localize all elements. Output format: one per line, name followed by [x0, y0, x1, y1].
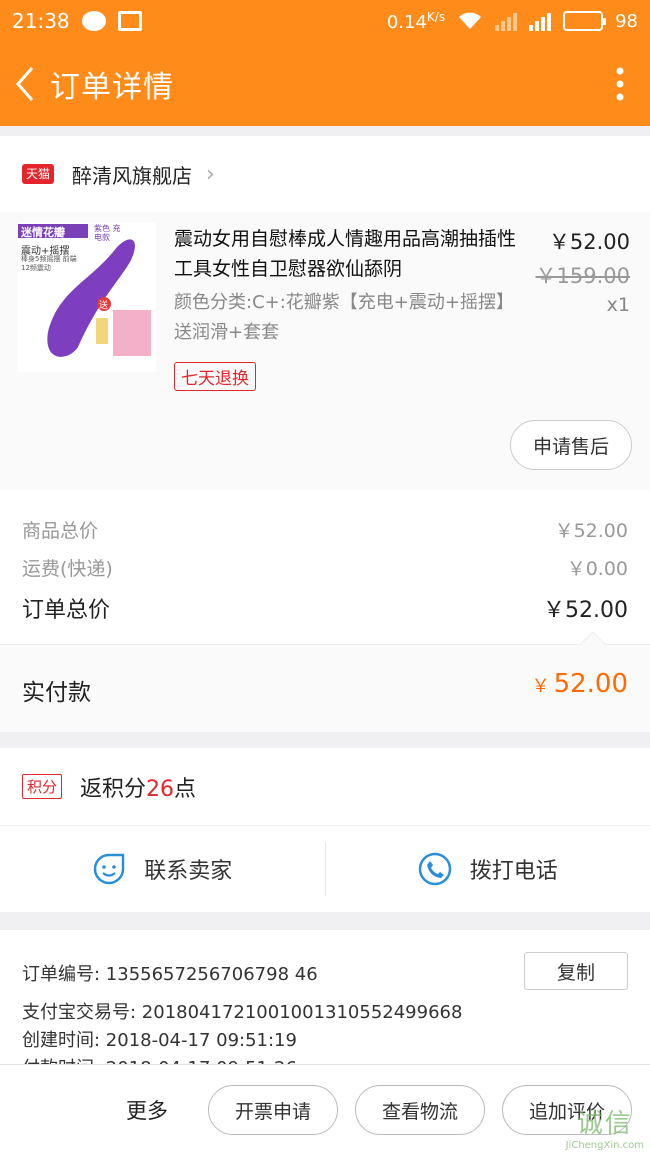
shipping-label: 运费(快递): [22, 558, 113, 580]
order-total-value: ￥52.00: [543, 598, 628, 623]
chevron-left-icon: [16, 67, 34, 101]
points-tag: 积分: [22, 774, 63, 799]
paid-currency: ￥: [531, 676, 550, 697]
created-time: 创建时间: 2018-04-17 09:51:19: [22, 1030, 297, 1051]
signal-1-icon: [495, 11, 518, 31]
battery-icon: [563, 11, 607, 31]
thumb-sub: 棒身5频摇摆 前端12频震动: [21, 255, 77, 272]
network-speed: 0.14K/s: [387, 10, 445, 33]
call-label: 拨打电话: [469, 859, 558, 884]
shipping-value: ￥0.00: [566, 558, 628, 580]
product-price: ￥52.00: [548, 230, 630, 254]
points-text: 返积分26点: [80, 771, 196, 803]
shop-name: 醉清风旗舰店: [72, 163, 193, 188]
product-title[interactable]: 震动女用自慰棒成人情趣用品高潮抽插性工具女性自卫慰器欲仙舔阴: [174, 224, 524, 284]
after-sale-button[interactable]: 申请售后: [509, 420, 632, 470]
contact-seller-button[interactable]: 联系卖家: [0, 826, 325, 912]
status-bar: 21:38 0.14K/s 98: [0, 0, 650, 42]
title-bar: 订单详情: [0, 42, 650, 126]
paid-value: 52.00: [553, 669, 628, 699]
order-total-label: 订单总价: [22, 598, 111, 623]
goods-total-row: 商品总价 ￥52.00: [22, 516, 628, 543]
contact-seller-label: 联系卖家: [144, 859, 233, 884]
overflow-menu-button[interactable]: [590, 42, 650, 126]
watermark-text: 诚信: [576, 1109, 633, 1139]
page-title: 订单详情: [50, 70, 174, 105]
order-info: 订单编号: 1355657256706798 46 复制 支付宝交易号: 201…: [0, 930, 650, 1064]
battery-level: 98: [615, 10, 638, 32]
chat-smile-icon: [94, 853, 125, 885]
price-summary: 商品总价 ￥52.00 运费(快递) ￥0.00 订单总价 ￥52.00: [0, 490, 650, 644]
return-policy-tag: 七天退换: [174, 362, 256, 391]
logistics-button[interactable]: 查看物流: [355, 1085, 485, 1135]
copy-button[interactable]: 复制: [524, 952, 628, 990]
more-button[interactable]: 更多: [126, 1095, 168, 1125]
shipping-row: 运费(快递) ￥0.00: [22, 554, 628, 581]
goods-total-value: ￥52.00: [554, 520, 628, 542]
watermark: 诚信 JiChengXin.com: [566, 1103, 644, 1151]
network-speed-value: 0.14: [386, 11, 427, 33]
watermark-url: JiChengXin.com: [565, 1140, 644, 1151]
phone-icon: [418, 852, 451, 886]
bottom-action-bar: 更多 开票申请 查看物流 追加评价 诚信 JiChengXin.com: [0, 1064, 650, 1155]
wifi-icon: [459, 12, 482, 29]
call-button[interactable]: 拨打电话: [326, 826, 650, 912]
product-quantity: x1: [606, 294, 630, 316]
alipay-trade-number: 支付宝交易号: 2018041721001001310552499668: [22, 1002, 463, 1023]
order-total-row: 订单总价 ￥52.00: [22, 592, 628, 624]
thumb-tag-color: 紫色 充电款: [94, 224, 121, 242]
paid-label: 实付款: [22, 680, 91, 706]
paid-time: 付款时间: 2018-04-17 09:51:26: [22, 1054, 297, 1064]
points-suffix: 点: [174, 776, 197, 802]
product-item[interactable]: 迷情花瓣 紫色 充电款 震动+摇摆 棒身5频摇摆 前端12频震动 送 震动女用自…: [0, 212, 650, 490]
back-button[interactable]: [0, 42, 50, 126]
image-notification-icon: [117, 11, 142, 31]
paid-amount: ￥ 52.00: [532, 669, 628, 699]
chat-notification-icon: [81, 11, 106, 31]
product-thumbnail[interactable]: 迷情花瓣 紫色 充电款 震动+摇摆 棒身5频摇摆 前端12频震动 送: [18, 222, 156, 372]
points-prefix: 返积分: [80, 776, 147, 802]
order-number: 订单编号: 1355657256706798 46: [22, 964, 318, 985]
shop-row[interactable]: 天猫 醉清风旗舰店 ›: [0, 136, 650, 212]
points-row: 积分 返积分26点: [0, 748, 650, 826]
paid-amount-row: 实付款 ￥ 52.00: [0, 631, 650, 732]
invoice-button[interactable]: 开票申请: [208, 1085, 338, 1135]
network-speed-unit: K/s: [426, 9, 446, 24]
thumb-gift-badge: 送: [99, 301, 109, 311]
status-time: 21:38: [12, 9, 70, 33]
thumb-tag: 迷情花瓣: [21, 226, 65, 239]
chevron-right-icon: ›: [206, 161, 215, 187]
tmall-badge: 天猫: [22, 164, 55, 184]
product-sku: 颜色分类:C+:花瓣紫【充电+震动+摇摆】送润滑+套套: [174, 292, 514, 343]
points-count: 26: [146, 776, 175, 802]
product-original-price: ￥159.00: [535, 264, 630, 288]
contact-bar: 联系卖家 拨打电话: [0, 826, 650, 912]
more-vertical-icon: [616, 67, 624, 101]
goods-total-label: 商品总价: [22, 520, 99, 542]
signal-2-icon: [529, 11, 552, 31]
